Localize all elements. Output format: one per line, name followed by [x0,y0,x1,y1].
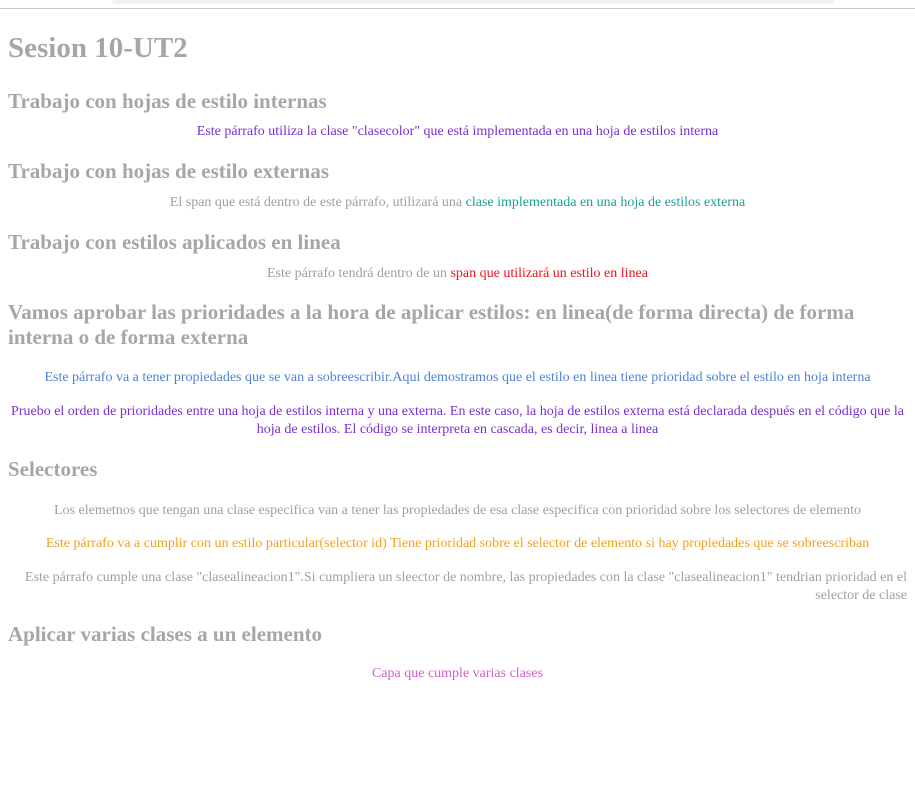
paragraph-span-externo: El span que está dentro de este párrafo,… [8,194,907,212]
paragraph-selector-id: Este párrafo va a cumplir con un estilo … [45,536,870,551]
paragraph-span-en-linea-text: Este párrafo tendrá dentro de un [267,266,451,281]
paragraph-prioridad-en-linea: Este párrafo va a tener propiedades que … [44,370,871,385]
span-clase-externa: clase implementada en una hoja de estilo… [465,195,746,210]
heading-estilos-en-linea: Trabajo con estilos aplicados en linea [8,230,341,254]
page-content: Sesion 10-UT2 Trabajo con hojas de estil… [0,9,915,683]
heading-prioridades: Vamos aprobar las prioridades a la hora … [8,300,855,349]
heading-hojas-internas: Trabajo con hojas de estilo internas [8,89,327,113]
paragraph-selector-clase: Los elemetnos que tengan una clase espec… [54,503,861,518]
span-estilo-en-linea: span que utilizará un estilo en linea [450,266,648,281]
paragraph-clasecolor: Este párrafo utiliza la clase "clasecolo… [196,124,719,139]
paragraph-clasealineacion1: Este párrafo cumple una clase "clasealin… [25,570,907,603]
browser-address-bar-edge [112,0,834,4]
heading-hojas-externas: Trabajo con hojas de estilo externas [8,159,329,183]
paragraph-span-externo-text: El span que está dentro de este párrafo,… [169,195,466,210]
page-title: Sesion 10-UT2 [8,32,188,64]
paragraph-varias-clases: Capa que cumple varias clases [371,666,544,681]
browser-top-bar [0,0,915,9]
paragraph-prioridad-interna-externa: Pruebo el orden de prioridades entre una… [11,404,904,437]
heading-selectores: Selectores [8,457,98,481]
paragraph-span-en-linea: Este párrafo tendrá dentro de un span qu… [8,265,907,283]
heading-varias-clases: Aplicar varias clases a un elemento [8,622,322,646]
